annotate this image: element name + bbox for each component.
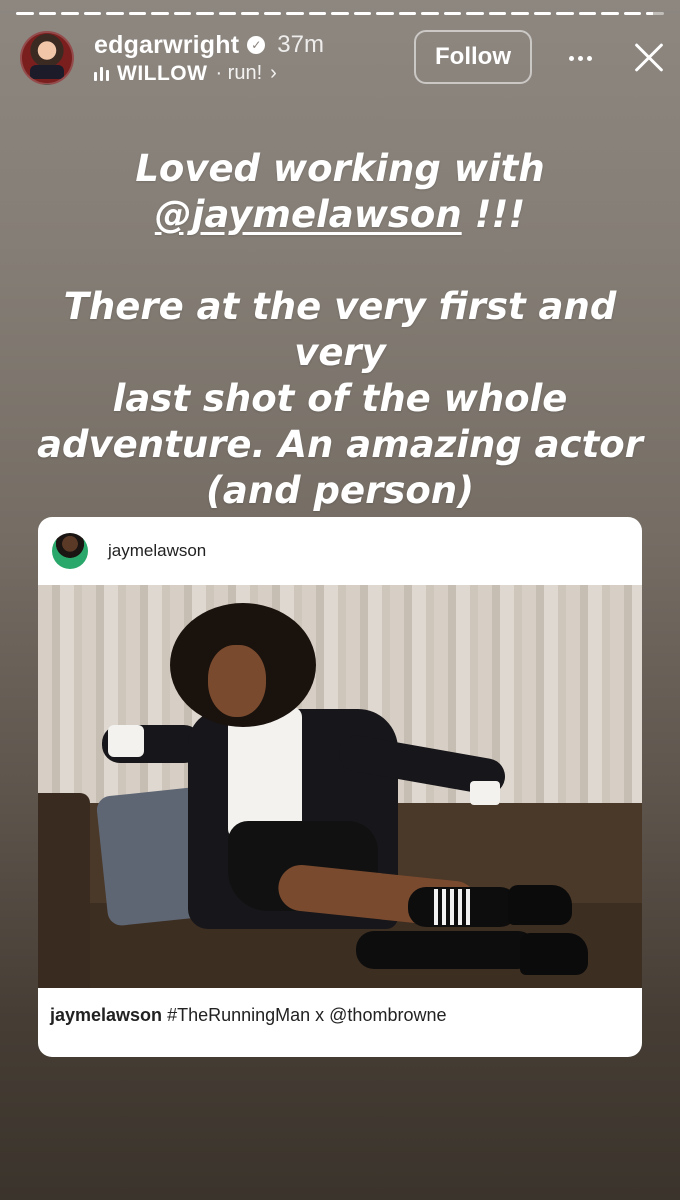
user-info: edgarwright ✓ 37m WILLOW · run! ›	[94, 31, 324, 86]
progress-segment	[241, 12, 259, 15]
post-caption-username[interactable]: jaymelawson	[50, 1005, 162, 1025]
progress-segment	[511, 12, 529, 15]
caption-exclaim: !!!	[461, 193, 526, 236]
caption-line: There at the very first and very	[63, 285, 617, 374]
post-caption-text: #TheRunningMan x @thombrowne	[162, 1005, 447, 1025]
progress-segment	[556, 12, 574, 15]
follow-button[interactable]: Follow	[414, 30, 532, 84]
post-header: jaymelawson	[38, 517, 642, 585]
shared-post-card[interactable]: jaymelawson jaymelawson #TheRunningMan x…	[38, 517, 642, 1057]
progress-segment	[308, 12, 327, 15]
verified-badge-icon: ✓	[247, 36, 266, 54]
post-photo[interactable]	[38, 585, 642, 988]
caption-line: (and person)	[205, 469, 475, 512]
progress-segment	[286, 12, 304, 15]
progress-segment	[263, 12, 282, 15]
chevron-right-icon: ›	[270, 62, 277, 84]
progress-segment	[331, 12, 349, 15]
progress-segment	[578, 12, 597, 15]
progress-segment	[173, 12, 192, 15]
progress-segment	[466, 12, 484, 15]
post-caption: jaymelawson #TheRunningMan x @thombrowne	[38, 988, 642, 1026]
progress-segment	[623, 12, 642, 15]
progress-segment	[128, 12, 147, 15]
progress-segment	[533, 12, 552, 15]
caption-line: last shot of the whole	[112, 377, 568, 420]
progress-segment	[61, 12, 79, 15]
profile-avatar[interactable]	[20, 31, 74, 85]
music-subtitle: · run!	[215, 62, 263, 84]
progress-segment	[38, 12, 57, 15]
caption-line: Loved working with	[135, 147, 545, 190]
music-title: WILLOW	[117, 61, 208, 85]
story-header: edgarwright ✓ 37m WILLOW · run! › Follow	[20, 30, 664, 86]
username[interactable]: edgarwright	[94, 31, 239, 60]
progress-segment	[151, 12, 169, 15]
story-progress-bar	[16, 12, 664, 15]
music-attribution[interactable]: WILLOW · run! ›	[94, 62, 324, 86]
close-icon[interactable]	[628, 38, 668, 78]
more-dots-icon[interactable]	[560, 38, 600, 78]
progress-segment	[16, 12, 34, 15]
progress-segment	[398, 12, 417, 15]
caption-line: adventure. An amazing actor	[37, 423, 643, 466]
progress-segment	[376, 12, 394, 15]
story-caption: Loved working with @jaymelawson !!! Ther…	[20, 146, 660, 514]
music-bars-icon	[94, 66, 109, 81]
progress-segment	[218, 12, 237, 15]
progress-segment	[106, 12, 124, 15]
progress-segment	[443, 12, 462, 15]
progress-segment	[488, 12, 507, 15]
post-username[interactable]: jaymelawson	[108, 541, 206, 561]
post-time: 37m	[277, 31, 324, 58]
progress-segment	[196, 12, 214, 15]
progress-segment	[421, 12, 439, 15]
post-avatar[interactable]	[52, 533, 88, 569]
mention-link[interactable]: @jaymelawson	[155, 193, 462, 236]
progress-segment	[353, 12, 372, 15]
progress-segment	[83, 12, 102, 15]
progress-segment	[646, 12, 664, 15]
progress-segment	[601, 12, 619, 15]
caption-mention-line: @jaymelawson !!!	[20, 192, 660, 238]
